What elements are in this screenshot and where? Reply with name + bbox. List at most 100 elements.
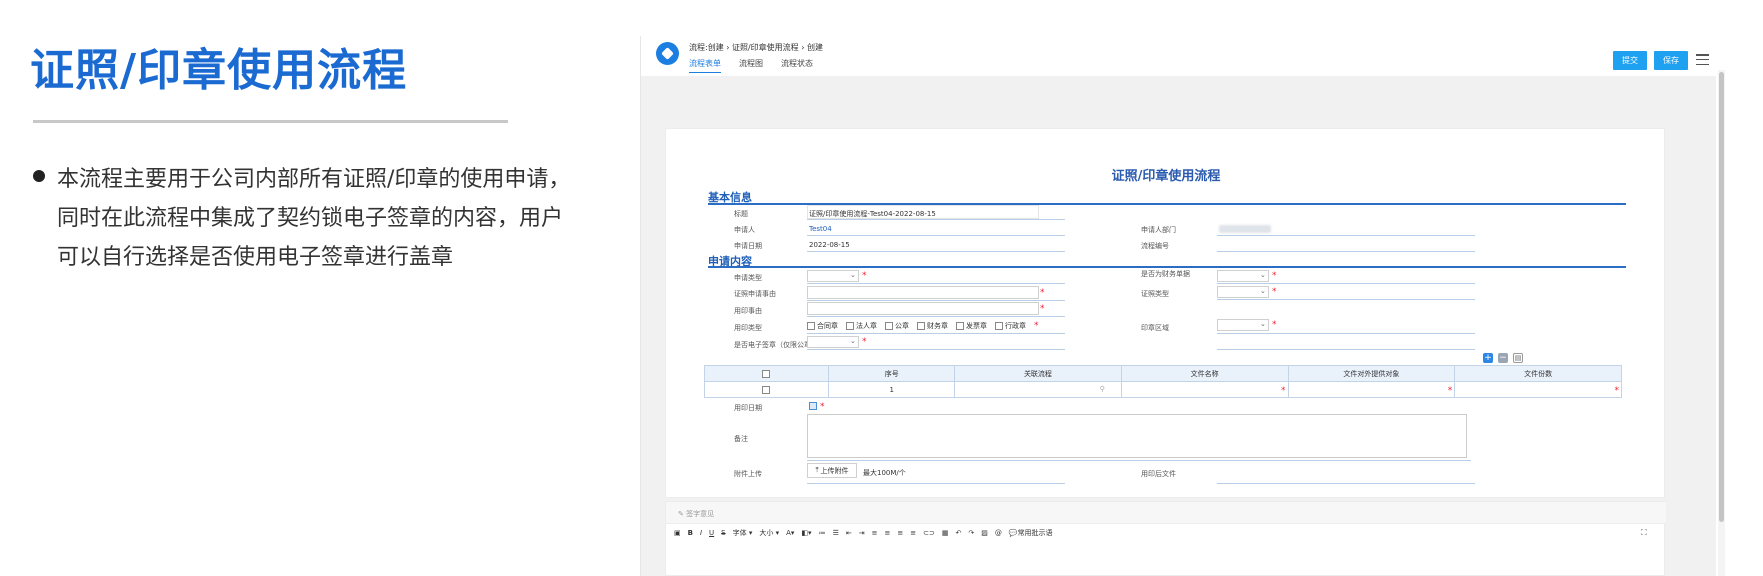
detail-table: 序号 关联流程 文件名称 文件对外提供对象 文件份数 1 ⚲ * * * (703, 365, 1622, 398)
bullet-text: 本流程主要用于公司内部所有证照/印章的使用申请，同时在此流程中集成了契约锁电子签… (57, 167, 571, 270)
ordered-list-icon[interactable]: ≔ (819, 529, 826, 537)
outdent-icon[interactable]: ⇤ (846, 529, 852, 537)
checkbox-invoice-seal[interactable]: 发票章 (956, 321, 987, 331)
chevron-down-icon: ⌄ (1260, 271, 1266, 279)
table-header-copies: 文件份数 (1454, 365, 1622, 382)
table-select-all-cell[interactable] (703, 365, 830, 382)
edit-icon: ✎ (678, 510, 687, 518)
license-type-label: 证照类型 (1141, 290, 1169, 298)
table-header-related-flow: 关联流程 (954, 365, 1122, 382)
chevron-down-icon: ⌄ (850, 271, 856, 279)
dept-value-blurred (1219, 225, 1271, 233)
checkbox-finance-seal[interactable]: 财务章 (917, 321, 948, 331)
undo-icon[interactable]: ↶ (955, 529, 961, 537)
strike-icon[interactable]: S (721, 529, 725, 537)
image-icon[interactable]: ▨ (981, 529, 988, 537)
at-icon[interactable]: @ (995, 529, 1002, 537)
is-finance-label: 是否为财务单据 (1141, 270, 1190, 278)
bold-icon[interactable]: B (688, 529, 693, 537)
license-reason-label: 证照申请事由 (734, 290, 776, 298)
align-right-icon[interactable]: ≡ (897, 529, 903, 537)
license-reason-input[interactable] (807, 286, 1039, 299)
comment-header: ✎ 签字意见 (666, 502, 1666, 524)
table-header-row: 序号 关联流程 文件名称 文件对外提供对象 文件份数 (703, 365, 1622, 382)
search-icon[interactable]: ⚲ (1100, 385, 1105, 393)
save-button[interactable]: 保存 (1654, 51, 1688, 70)
flow-no-label: 流程编号 (1141, 242, 1169, 250)
justify-icon[interactable]: ≡ (910, 529, 916, 537)
app-logo-icon (656, 42, 679, 65)
table-header-file-name: 文件名称 (1120, 365, 1289, 382)
checkbox-legal-seal[interactable]: 法人章 (846, 321, 877, 331)
slide-title: 证照/印章使用流程 (30, 45, 408, 96)
file-name-input[interactable]: * (1120, 381, 1289, 398)
underline-icon[interactable]: U (709, 529, 714, 537)
breadcrumb: 流程:创建 › 证照/印章使用流程 › 创建 (689, 43, 823, 52)
tab-flow-form[interactable]: 流程表单 (689, 58, 721, 73)
table-row-no: 1 (828, 381, 956, 398)
align-left-icon[interactable]: ≡ (872, 529, 878, 537)
checkbox-official-seal[interactable]: 公章 (885, 321, 909, 331)
section-divider (708, 266, 1626, 268)
link-icon[interactable]: ⊂⊃ (923, 529, 935, 537)
related-flow-input[interactable]: ⚲ (954, 381, 1122, 398)
checkbox-admin-seal[interactable]: 行政章 (995, 321, 1026, 331)
copy-row-icon[interactable]: ▤ (1513, 353, 1523, 363)
table-header-recipient: 文件对外提供对象 (1287, 365, 1456, 382)
font-select[interactable]: 字体 ▾ (733, 528, 753, 538)
menu-icon[interactable] (1696, 54, 1709, 65)
stamp-date-label: 用印日期 (734, 404, 762, 412)
app-body: 证照/印章使用流程 基本信息 标题 证照/印章使用流程-Test04-2022-… (641, 76, 1716, 576)
indent-icon[interactable]: ⇥ (859, 529, 865, 537)
table-header-no: 序号 (828, 365, 956, 382)
stamp-reason-input[interactable] (807, 302, 1039, 315)
common-phrase-button[interactable]: 💬常用批示语 (1009, 528, 1053, 538)
size-select[interactable]: 大小 ▾ (759, 528, 779, 538)
stamped-file-label: 用印后文件 (1141, 470, 1176, 478)
italic-icon[interactable]: I (700, 529, 702, 537)
remark-label: 备注 (734, 435, 748, 443)
title-field[interactable] (807, 205, 1039, 219)
apply-type-label: 申请类型 (734, 274, 762, 282)
editor-toolbar: ▣ B I U S 字体 ▾ 大小 ▾ A▾ ◧▾ ≔ ☰ ⇤ ⇥ ≡ ≡ ≡ (674, 528, 1053, 538)
table-row-checkbox[interactable] (703, 381, 830, 398)
remark-textarea[interactable] (807, 414, 1467, 458)
chevron-down-icon: ⌄ (1260, 287, 1266, 295)
font-color-icon[interactable]: A▾ (786, 529, 794, 537)
add-row-icon[interactable]: + (1483, 353, 1493, 363)
tab-flow-chart[interactable]: 流程图 (739, 58, 763, 73)
tab-bar: 流程表单 流程图 流程状态 (689, 58, 813, 73)
stamp-reason-label: 用印事由 (734, 307, 762, 315)
redo-icon[interactable]: ↷ (968, 529, 974, 537)
chevron-down-icon: ⌄ (1260, 320, 1266, 328)
calendar-icon[interactable] (809, 402, 817, 410)
applicant-value[interactable]: Test04 (809, 225, 832, 233)
stamp-type-label: 用印类型 (734, 324, 762, 332)
bullet-list-icon[interactable]: ☰ (833, 529, 839, 537)
align-center-icon[interactable]: ≡ (884, 529, 890, 537)
comment-panel: ✎ 签字意见 ▣ B I U S 字体 ▾ 大小 ▾ A▾ ◧▾ ≔ ☰ ⇤ ⇥… (665, 501, 1666, 576)
esign-label: 是否电子签章（仅限公章） (734, 341, 818, 349)
form-title: 证照/印章使用流程 (1111, 169, 1221, 184)
scrollbar-thumb[interactable] (1719, 72, 1724, 522)
recipient-input[interactable]: * (1287, 381, 1456, 398)
tab-flow-status[interactable]: 流程状态 (781, 58, 813, 73)
submit-button[interactable]: 提交 (1613, 51, 1647, 70)
remove-row-icon[interactable]: − (1498, 353, 1508, 363)
app-screenshot: 流程:创建 › 证照/印章使用流程 › 创建 流程表单 流程图 流程状态 提交 … (640, 36, 1728, 576)
expand-icon[interactable]: ⛶ (1641, 528, 1647, 538)
bg-color-icon[interactable]: ◧▾ (801, 529, 811, 537)
upload-button[interactable]: ⤒ 上传附件 (807, 463, 857, 478)
stamp-area-label: 印章区域 (1141, 324, 1169, 332)
table-toolbar: + − ▤ (1483, 353, 1523, 363)
source-icon[interactable]: ▣ (674, 529, 681, 537)
copies-input[interactable]: * (1454, 381, 1622, 398)
applicant-label: 申请人 (734, 226, 755, 234)
bullet-dot-icon (33, 170, 45, 182)
upload-limit: 最大100M/个 (863, 469, 906, 477)
checkbox-contract-seal[interactable]: 合同章 (807, 321, 838, 331)
date-value: 2022-08-15 (809, 241, 850, 249)
table-icon[interactable]: ▦ (942, 529, 949, 537)
table-row: 1 ⚲ * * * (703, 381, 1622, 398)
date-label: 申请日期 (734, 242, 762, 250)
